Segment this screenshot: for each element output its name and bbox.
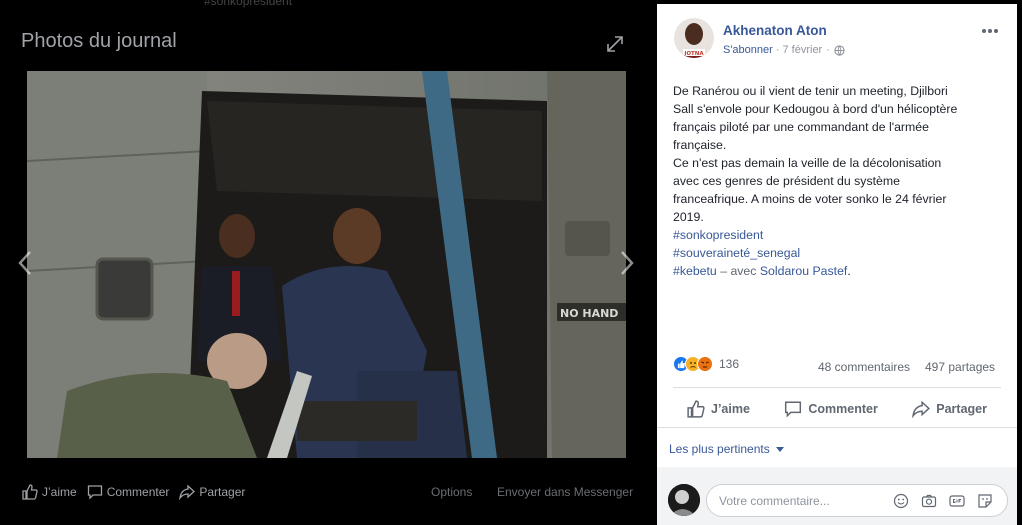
thumbs-up-icon [687, 400, 705, 418]
post-text-line: Ce n'est pas demain la veille de la déco… [673, 156, 942, 170]
sticker-icon[interactable] [977, 493, 993, 509]
post-text-line: De Ranérou ou il vient de tenir un meeti… [673, 84, 948, 98]
comment-sort-dropdown[interactable]: Les plus pertinents [669, 442, 784, 456]
with-text: – avec [720, 264, 757, 278]
viewer-comment-label: Commenter [106, 485, 170, 499]
comment-icon [87, 485, 102, 500]
thumbs-up-icon [22, 484, 38, 500]
hashtag-link[interactable]: #sonkopresident [673, 228, 763, 242]
previous-photo-icon[interactable] [18, 250, 32, 276]
viewer-like-label: J’aime [42, 485, 77, 499]
sort-label: Les plus pertinents [669, 442, 770, 456]
user-avatar-image [668, 484, 700, 516]
reaction-count[interactable]: 136 [719, 357, 739, 371]
avatar-image: JOTNA [674, 18, 714, 58]
angry-reaction-icon [697, 356, 713, 372]
post-text-line: 2019. [673, 210, 704, 224]
photo-viewer: #sonkopresident Photos du journal NO HAN… [0, 0, 657, 525]
viewer-share-label: Partager [199, 485, 246, 499]
post-text-tail: . [847, 264, 851, 278]
post-photo[interactable]: NO HAND [27, 71, 626, 458]
next-photo-icon[interactable] [620, 250, 634, 276]
post-meta: S'abonner · 7 février · [723, 44, 845, 56]
helicopter-photo-illustration: NO HAND [27, 71, 626, 458]
hashtag-link[interactable]: #kebetu [673, 264, 717, 278]
background-post-text: #sonkopresident [204, 0, 293, 8]
share-button[interactable]: Partager [898, 396, 1001, 422]
viewer-comment-button[interactable]: Commenter [87, 484, 170, 500]
like-label: J’aime [711, 402, 750, 416]
tagged-user-link[interactable]: Soldarou Pastef [760, 264, 848, 278]
photo-sign-text: NO HAND [560, 307, 618, 320]
viewer-action-bar: J’aime Commenter Partager [22, 482, 255, 502]
comments-count-link[interactable]: 48 commentaires [818, 360, 910, 374]
shares-count-link[interactable]: 497 partages [925, 360, 995, 374]
share-label: Partager [936, 402, 987, 416]
post-text-line: française. [673, 138, 727, 152]
comment-label: Commenter [808, 402, 878, 416]
gif-icon[interactable] [949, 493, 965, 509]
post-text-line: français piloté par une commandant de l'… [673, 120, 929, 134]
hashtag-link[interactable]: #souveraineté_senegal [673, 246, 800, 260]
post-text-line: franceafrique. A moins de voter sonko le… [673, 192, 947, 206]
current-user-avatar[interactable] [668, 484, 700, 516]
comment-input[interactable] [719, 485, 879, 516]
post-date[interactable]: 7 février [782, 44, 822, 56]
post-text-line: Sall s'envole pour Kedougou à bord d'un … [673, 102, 958, 116]
divider [673, 387, 1001, 388]
comment-icon [785, 401, 802, 418]
meta-separator: · [826, 44, 830, 56]
expand-icon[interactable] [604, 33, 626, 55]
caret-down-icon [775, 446, 784, 452]
post-text: De Ranérou ou il vient de tenir un meeti… [673, 82, 1009, 280]
viewer-title: Photos du journal [21, 30, 177, 52]
send-in-messenger-link[interactable]: Envoyer dans Messenger [497, 485, 633, 499]
share-icon [179, 484, 196, 500]
divider [657, 427, 1017, 428]
emoji-icon[interactable] [893, 493, 909, 509]
reactions-summary[interactable]: 136 [673, 356, 739, 372]
comment-box[interactable] [706, 484, 1008, 517]
post-side-panel: JOTNA Akhenaton Aton S'abonner · 7 févri… [657, 4, 1017, 525]
comment-button[interactable]: Commenter [770, 396, 891, 422]
viewer-like-button[interactable]: J’aime [22, 484, 77, 500]
viewer-share-button[interactable]: Partager [179, 484, 245, 500]
meta-separator: · [775, 44, 780, 56]
more-options-icon[interactable] [981, 28, 999, 34]
post-action-bar: J’aime Commenter Partager [673, 396, 1001, 422]
follow-link[interactable]: S'abonner [723, 44, 773, 56]
like-button[interactable]: J’aime [673, 396, 764, 422]
author-avatar[interactable]: JOTNA [674, 18, 714, 58]
author-name[interactable]: Akhenaton Aton [723, 23, 827, 38]
options-link[interactable]: Options [431, 485, 472, 499]
post-text-line: avec ces genres de président du système [673, 174, 900, 188]
globe-icon [834, 44, 845, 56]
camera-icon[interactable] [921, 493, 937, 509]
avatar-caption: JOTNA [683, 51, 704, 57]
share-icon [912, 400, 931, 418]
